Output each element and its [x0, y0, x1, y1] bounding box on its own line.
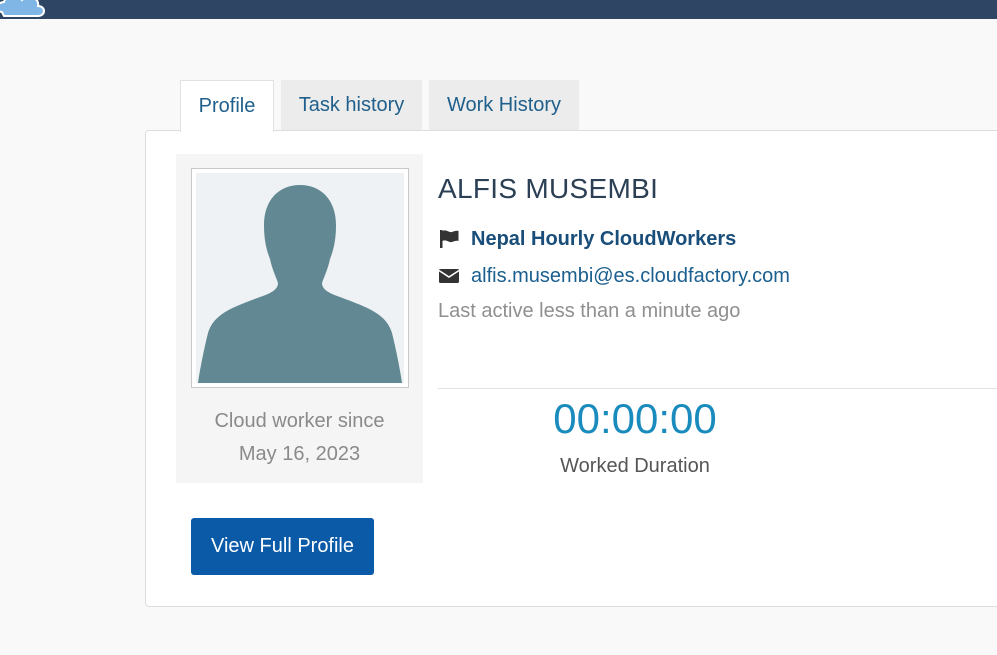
- email-link[interactable]: alfis.musembi@es.cloudfactory.com: [471, 265, 790, 288]
- avatar: [191, 168, 409, 388]
- worked-duration-value: 00:00:00: [553, 395, 717, 442]
- email-row: alfis.musembi@es.cloudfactory.com: [438, 264, 790, 288]
- last-active-text: Last active less than a minute ago: [438, 300, 741, 322]
- tab-work-history[interactable]: Work History: [429, 80, 579, 131]
- person-silhouette-icon: [196, 173, 404, 383]
- tab-task-history[interactable]: Task history: [281, 80, 422, 131]
- worked-duration-label: Worked Duration: [560, 455, 710, 477]
- envelope-icon: [438, 269, 460, 283]
- member-since-label: Cloud worker since: [214, 410, 385, 432]
- flag-icon: [440, 230, 459, 248]
- tab-profile[interactable]: Profile: [180, 80, 274, 132]
- team-link[interactable]: Nepal Hourly CloudWorkers: [471, 228, 736, 251]
- divider: [438, 388, 997, 389]
- cloud-logo-icon[interactable]: [0, 0, 54, 20]
- team-row: Nepal Hourly CloudWorkers: [438, 227, 736, 251]
- worker-name: ALFIS MUSEMBI: [438, 173, 659, 204]
- top-navbar: [0, 0, 997, 19]
- view-full-profile-button[interactable]: View Full Profile: [191, 518, 374, 575]
- member-since-date: May 16, 2023: [238, 443, 361, 465]
